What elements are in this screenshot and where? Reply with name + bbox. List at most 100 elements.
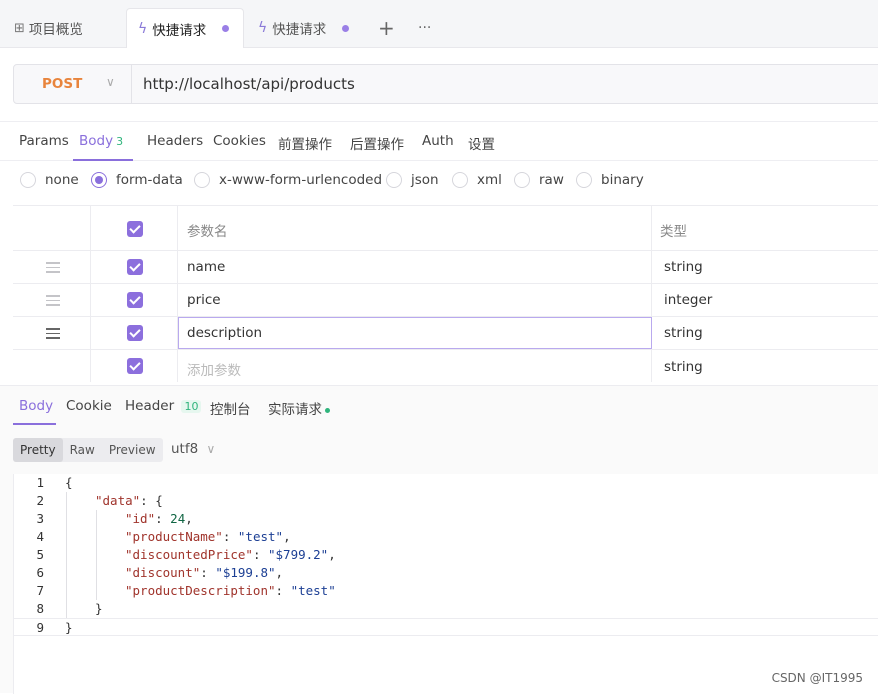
name-cell[interactable]: 添加参数: [178, 350, 652, 382]
tab-settings[interactable]: 设置: [468, 133, 495, 153]
tab-cookies[interactable]: Cookies: [213, 133, 266, 149]
unsaved-dot: [342, 24, 350, 32]
tab-label: 快捷请求: [272, 22, 327, 38]
row-checkbox[interactable]: [127, 358, 143, 374]
response-code-view[interactable]: 1 { 2 "data": { 3 "id": 24, 4 "productNa…: [13, 474, 878, 694]
json-punct: :: [200, 565, 216, 580]
json-punct: :: [275, 583, 291, 598]
code-text: "productName": "test",: [125, 528, 291, 546]
check-cell: [91, 350, 178, 382]
response-tab-console[interactable]: 控制台: [210, 398, 251, 418]
table-row-new: 添加参数 string: [13, 350, 878, 382]
response-tab-actual-request[interactable]: 实际请求: [268, 398, 330, 418]
tab-auth[interactable]: Auth: [422, 133, 454, 149]
request-tabs: Params Body 3 Headers Cookies 前置操作 后置操作 A…: [0, 121, 878, 161]
line-number: 9: [36, 620, 44, 635]
add-tab-button[interactable]: +: [378, 8, 395, 48]
radio-label: xml: [477, 172, 502, 188]
tab-bar: ⊞ 项目概览 ϟ 快捷请求 ϟ 快捷请求 + ···: [0, 0, 878, 48]
type-cell[interactable]: integer: [652, 284, 878, 316]
json-punct: :: [252, 547, 268, 562]
tab-label: Header: [125, 398, 175, 414]
body-count-badge: 3: [116, 135, 124, 148]
view-preview-button[interactable]: Preview: [102, 438, 163, 462]
url-bar: POST ∨ http://localhost/api/products: [13, 64, 878, 104]
tab-label: 项目概览: [28, 22, 83, 38]
add-param-placeholder: 添加参数: [187, 363, 241, 379]
json-string: "test": [237, 529, 284, 544]
select-all-checkbox[interactable]: [127, 221, 143, 237]
radio-x-www-form-urlencoded[interactable]: x-www-form-urlencoded: [194, 172, 382, 188]
name-cell[interactable]: price: [178, 284, 652, 316]
json-string: "$799.2": [268, 547, 329, 562]
row-checkbox[interactable]: [127, 259, 143, 275]
params-table: 参数名 类型 name string price integer descrip…: [13, 205, 878, 382]
param-type: string: [664, 259, 703, 275]
table-header-row: 参数名 类型: [13, 206, 878, 251]
code-text: "id": 24,: [125, 510, 193, 528]
param-type: integer: [664, 292, 713, 308]
radio-label: form-data: [116, 172, 183, 188]
drag-handle-icon[interactable]: [46, 295, 60, 309]
tab-label: 实际请求: [268, 402, 322, 418]
json-key: "id": [125, 511, 156, 526]
param-name: price: [187, 292, 221, 308]
tab-pre-actions[interactable]: 前置操作: [278, 133, 332, 153]
response-tab-header[interactable]: Header 10: [125, 398, 202, 414]
radio-json[interactable]: json: [386, 172, 439, 188]
tab-project-overview[interactable]: ⊞ 项目概览: [14, 8, 83, 48]
code-line-current: 9 }: [14, 618, 878, 636]
line-number: 2: [36, 493, 44, 508]
more-tabs-button[interactable]: ···: [418, 8, 431, 48]
json-key: "discountedPrice": [125, 547, 253, 562]
code-line: 7 "productDescription": "test": [14, 582, 878, 600]
param-name: name: [187, 259, 226, 275]
radio-xml[interactable]: xml: [452, 172, 502, 188]
chevron-down-icon: ∨: [106, 75, 115, 89]
name-cell[interactable]: name: [178, 251, 652, 283]
radio-label: binary: [601, 172, 644, 188]
url-input[interactable]: http://localhost/api/products: [143, 75, 355, 93]
encoding-select[interactable]: utf8 ∨: [171, 441, 215, 457]
response-tab-cookie[interactable]: Cookie: [66, 398, 112, 414]
response-tab-body[interactable]: Body: [19, 398, 53, 414]
row-checkbox[interactable]: [127, 325, 143, 341]
radio-binary[interactable]: binary: [576, 172, 644, 188]
type-cell[interactable]: string: [652, 350, 878, 382]
name-column-header: 参数名: [178, 206, 652, 250]
line-number: 6: [36, 565, 44, 580]
drag-handle-icon[interactable]: [46, 262, 60, 276]
line-number: 1: [36, 475, 44, 490]
method-select[interactable]: POST ∨: [14, 65, 132, 103]
radio-label: none: [45, 172, 79, 188]
row-checkbox[interactable]: [127, 292, 143, 308]
tab-quick-request[interactable]: ϟ 快捷请求: [258, 8, 350, 48]
type-cell[interactable]: string: [652, 251, 878, 283]
type-cell[interactable]: string: [652, 317, 878, 349]
radio-none[interactable]: none: [20, 172, 79, 188]
bolt-icon: ϟ: [138, 20, 148, 37]
code-text: "discount": "$199.8",: [125, 564, 283, 582]
tab-headers[interactable]: Headers: [147, 133, 203, 149]
view-raw-button[interactable]: Raw: [63, 438, 102, 462]
code-line: 5 "discountedPrice": "$799.2",: [14, 546, 878, 564]
tab-params[interactable]: Params: [19, 133, 69, 149]
radio-label: raw: [539, 172, 564, 188]
line-number: 4: [36, 529, 44, 544]
view-pretty-button[interactable]: Pretty: [13, 438, 63, 462]
drag-handle-icon[interactable]: [46, 328, 60, 342]
name-cell-focused[interactable]: description: [178, 317, 652, 349]
line-number: 3: [36, 511, 44, 526]
tab-post-actions[interactable]: 后置操作: [350, 133, 404, 153]
radio-circle: [20, 172, 36, 188]
radio-raw[interactable]: raw: [514, 172, 564, 188]
header-label: 参数名: [187, 224, 228, 240]
tab-quick-request-active[interactable]: ϟ 快捷请求: [126, 8, 244, 48]
json-key: "discount": [125, 565, 201, 580]
radio-label: json: [411, 172, 439, 188]
json-key: "productDescription": [125, 583, 276, 598]
radio-form-data[interactable]: form-data: [91, 172, 183, 188]
json-number: 24: [170, 511, 186, 526]
json-string: "$199.8": [215, 565, 276, 580]
tab-body[interactable]: Body 3: [79, 133, 123, 149]
